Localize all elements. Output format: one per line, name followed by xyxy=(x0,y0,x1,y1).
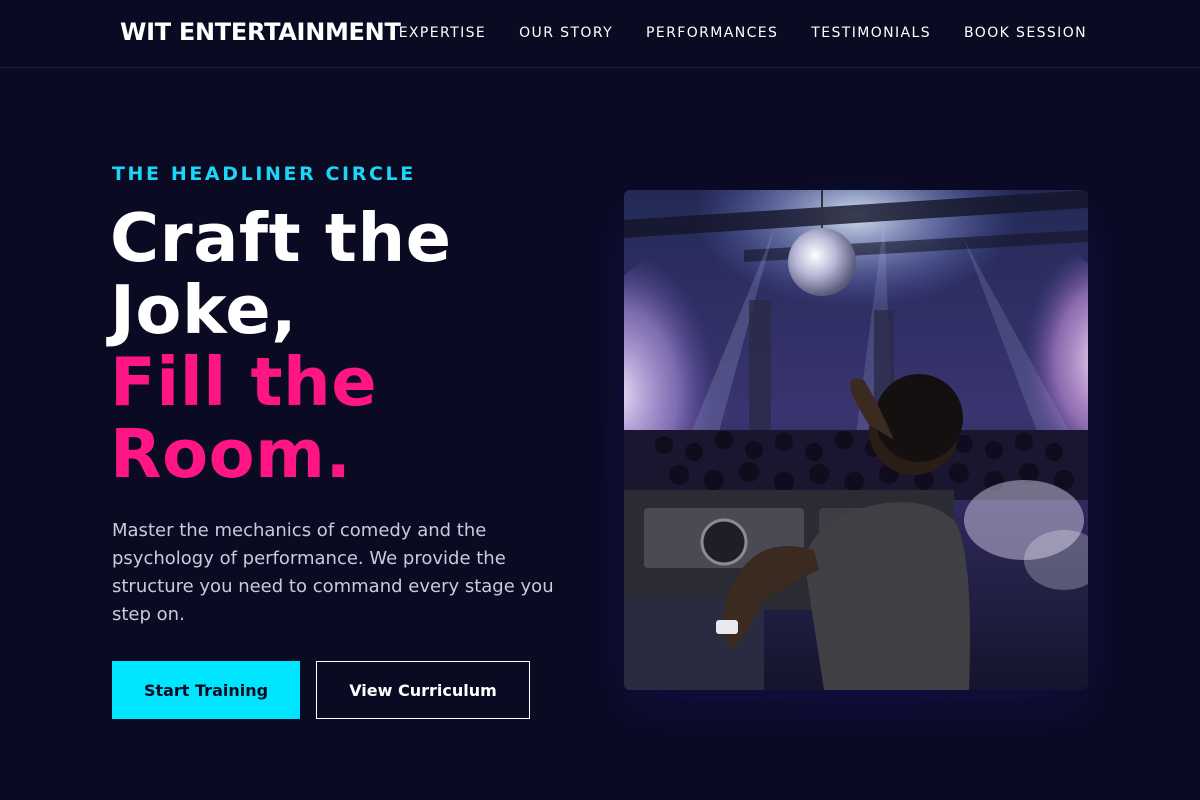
start-training-button[interactable]: Start Training xyxy=(112,661,300,719)
nav-testimonials[interactable]: TESTIMONIALS xyxy=(811,25,931,41)
nav-our-story[interactable]: OUR STORY xyxy=(519,25,613,41)
brand-logo[interactable]: WIT ENTERTAINMENT xyxy=(120,18,401,46)
nav-expertise[interactable]: EXPERTISE xyxy=(399,25,486,41)
headline-line-4: Room. xyxy=(110,415,352,493)
site-header: WIT ENTERTAINMENT EXPERTISE OUR STORY PE… xyxy=(0,0,1200,68)
dj-crowd-photo-icon xyxy=(624,190,1088,690)
hero-headline: Craft the Joke, Fill the Room. xyxy=(110,202,570,490)
nav-performances[interactable]: PERFORMANCES xyxy=(646,25,778,41)
nav-book-session[interactable]: BOOK SESSION xyxy=(964,25,1087,41)
headline-line-2: Joke, xyxy=(110,271,298,349)
view-curriculum-button[interactable]: View Curriculum xyxy=(316,661,530,719)
main-nav: EXPERTISE OUR STORY PERFORMANCES TESTIMO… xyxy=(399,25,1087,41)
hero-image xyxy=(624,190,1088,690)
hero-eyebrow: THE HEADLINER CIRCLE xyxy=(112,163,416,185)
headline-line-1: Craft the xyxy=(110,199,452,277)
headline-line-3: Fill the xyxy=(110,343,378,421)
hero-description: Master the mechanics of comedy and the p… xyxy=(112,520,554,625)
